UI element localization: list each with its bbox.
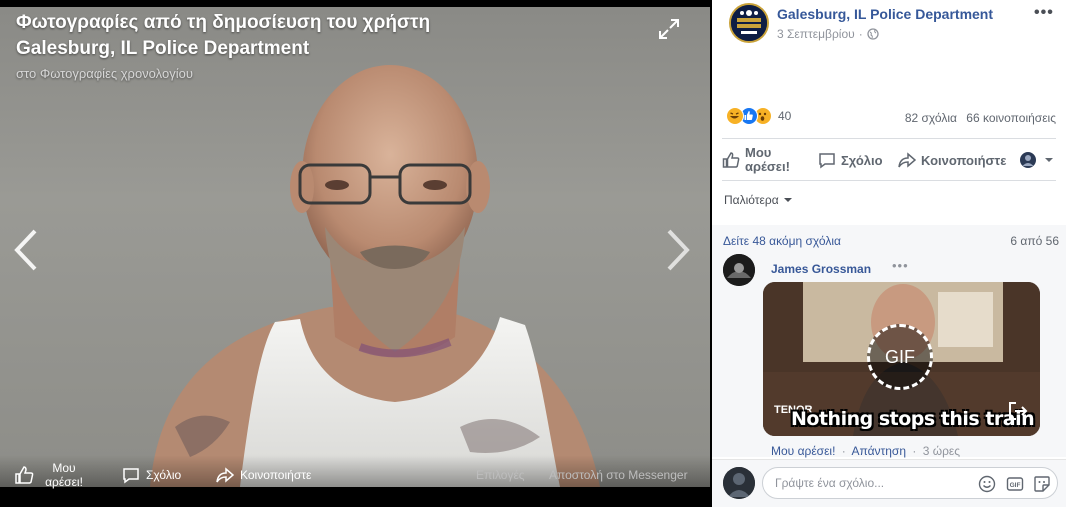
comment-sort-label: Παλιότερα	[724, 193, 779, 207]
comments-page-counter: 6 από 56	[1010, 234, 1059, 248]
commenter-avatar[interactable]	[723, 254, 755, 286]
post-options-button[interactable]: •••	[1034, 4, 1054, 22]
comment-input[interactable]	[775, 474, 975, 492]
comment-reply-link[interactable]: Απάντηση	[851, 444, 906, 458]
sticker-icon[interactable]	[1033, 475, 1051, 493]
profile-avatar-icon	[1020, 152, 1036, 168]
post-panel: Galesburg, IL Police Department 3 Σεπτεμ…	[712, 0, 1066, 507]
post-meta: 3 Σεπτεμβρίου ·	[777, 27, 879, 41]
viewer-title: Φωτογραφίες από τη δημοσίευση του χρήστη…	[16, 12, 431, 59]
comment-like-link[interactable]: Μου αρέσει!	[771, 444, 835, 458]
current-user-avatar[interactable]	[723, 467, 755, 499]
reactions-summary[interactable]: 40	[726, 107, 791, 125]
comment-options-button[interactable]: •••	[892, 258, 909, 273]
shares-count-link[interactable]: 66 κοινοποιήσεις	[966, 111, 1056, 125]
previous-photo-arrow-icon[interactable]	[13, 228, 39, 272]
comment-gif[interactable]: GIF TENOR Nothing stops this train	[763, 282, 1040, 436]
comment-bubble-icon	[123, 468, 139, 484]
expand-icon[interactable]	[658, 18, 680, 40]
caret-down-icon	[783, 198, 792, 202]
police-badge-icon	[731, 5, 767, 41]
gif-icon[interactable]: GIF	[1006, 475, 1024, 493]
comments-count-link[interactable]: 82 σχόλια	[905, 111, 957, 125]
open-external-icon[interactable]	[1007, 400, 1029, 422]
separator: ·	[912, 444, 917, 458]
comment-author-link[interactable]: James Grossman	[771, 262, 871, 276]
svg-text:GIF: GIF	[1010, 482, 1021, 489]
gif-play-badge[interactable]: GIF	[867, 324, 933, 390]
emoji-icon[interactable]	[978, 475, 996, 493]
share-label: Κοινοποιήστε	[921, 152, 1007, 168]
gif-caption: Nothing stops this train	[791, 408, 1035, 430]
like-button[interactable]: Μου αρέσει!	[722, 146, 791, 174]
haha-reaction-icon	[726, 107, 744, 125]
divider	[722, 138, 1056, 139]
page-avatar[interactable]	[729, 3, 769, 43]
chevron-down-icon	[1045, 158, 1053, 162]
page-name-link[interactable]: Galesburg, IL Police Department	[777, 6, 993, 22]
meta-separator: ·	[858, 27, 863, 41]
post-as-selector[interactable]	[1020, 152, 1059, 168]
post-actions: Μου αρέσει! Σχόλιο Κοινοποιήστε	[722, 145, 1056, 175]
view-more-comments-link[interactable]: Δείτε 48 ακόμη σχόλια	[723, 234, 841, 248]
post-counts: 82 σχόλια 66 κοινοποιήσεις	[899, 111, 1056, 125]
post-date[interactable]: 3 Σεπτεμβρίου	[777, 27, 855, 41]
comment-button[interactable]: Σχόλιο	[818, 151, 883, 169]
viewer-like-button[interactable]: Μου αρέσει!	[14, 461, 88, 489]
comment-actions: Μου αρέσει! · Απάντηση · 3 ώρες	[771, 444, 960, 458]
send-in-messenger-link[interactable]: Αποστολή στο Messenger	[549, 468, 688, 482]
next-photo-arrow-icon[interactable]	[665, 228, 691, 272]
viewer-album-link[interactable]: στο Φωτογραφίες χρονολογίου	[16, 66, 193, 81]
globe-icon[interactable]	[867, 28, 879, 40]
viewer-like-label: Μου αρέσει!	[45, 461, 83, 489]
comment-label: Σχόλιο	[841, 152, 883, 168]
reactions-count: 40	[778, 109, 792, 123]
comment-bubble-icon	[819, 153, 835, 169]
comment-time[interactable]: 3 ώρες	[923, 444, 960, 458]
like-label: Μου αρέσει!	[745, 145, 790, 174]
share-arrow-icon	[216, 467, 234, 483]
thumbs-up-icon	[15, 466, 34, 484]
comment-composer: GIF	[762, 467, 1058, 499]
viewer-options-link[interactable]: Επιλογές	[476, 468, 525, 482]
viewer-comment-button[interactable]: Σχόλιο	[122, 466, 181, 484]
share-arrow-icon	[898, 152, 916, 168]
viewer-share-button[interactable]: Κοινοποιήστε	[216, 466, 311, 484]
photo-viewer: Φωτογραφίες από τη δημοσίευση του χρήστη…	[0, 0, 710, 507]
thumbs-up-icon	[722, 152, 740, 168]
separator: ·	[841, 444, 846, 458]
share-button[interactable]: Κοινοποιήστε	[898, 151, 1006, 169]
divider	[722, 180, 1056, 181]
viewer-comment-label: Σχόλιο	[146, 468, 182, 482]
viewer-share-label: Κοινοποιήστε	[240, 468, 312, 482]
comment-sort-dropdown[interactable]: Παλιότερα	[724, 193, 793, 207]
